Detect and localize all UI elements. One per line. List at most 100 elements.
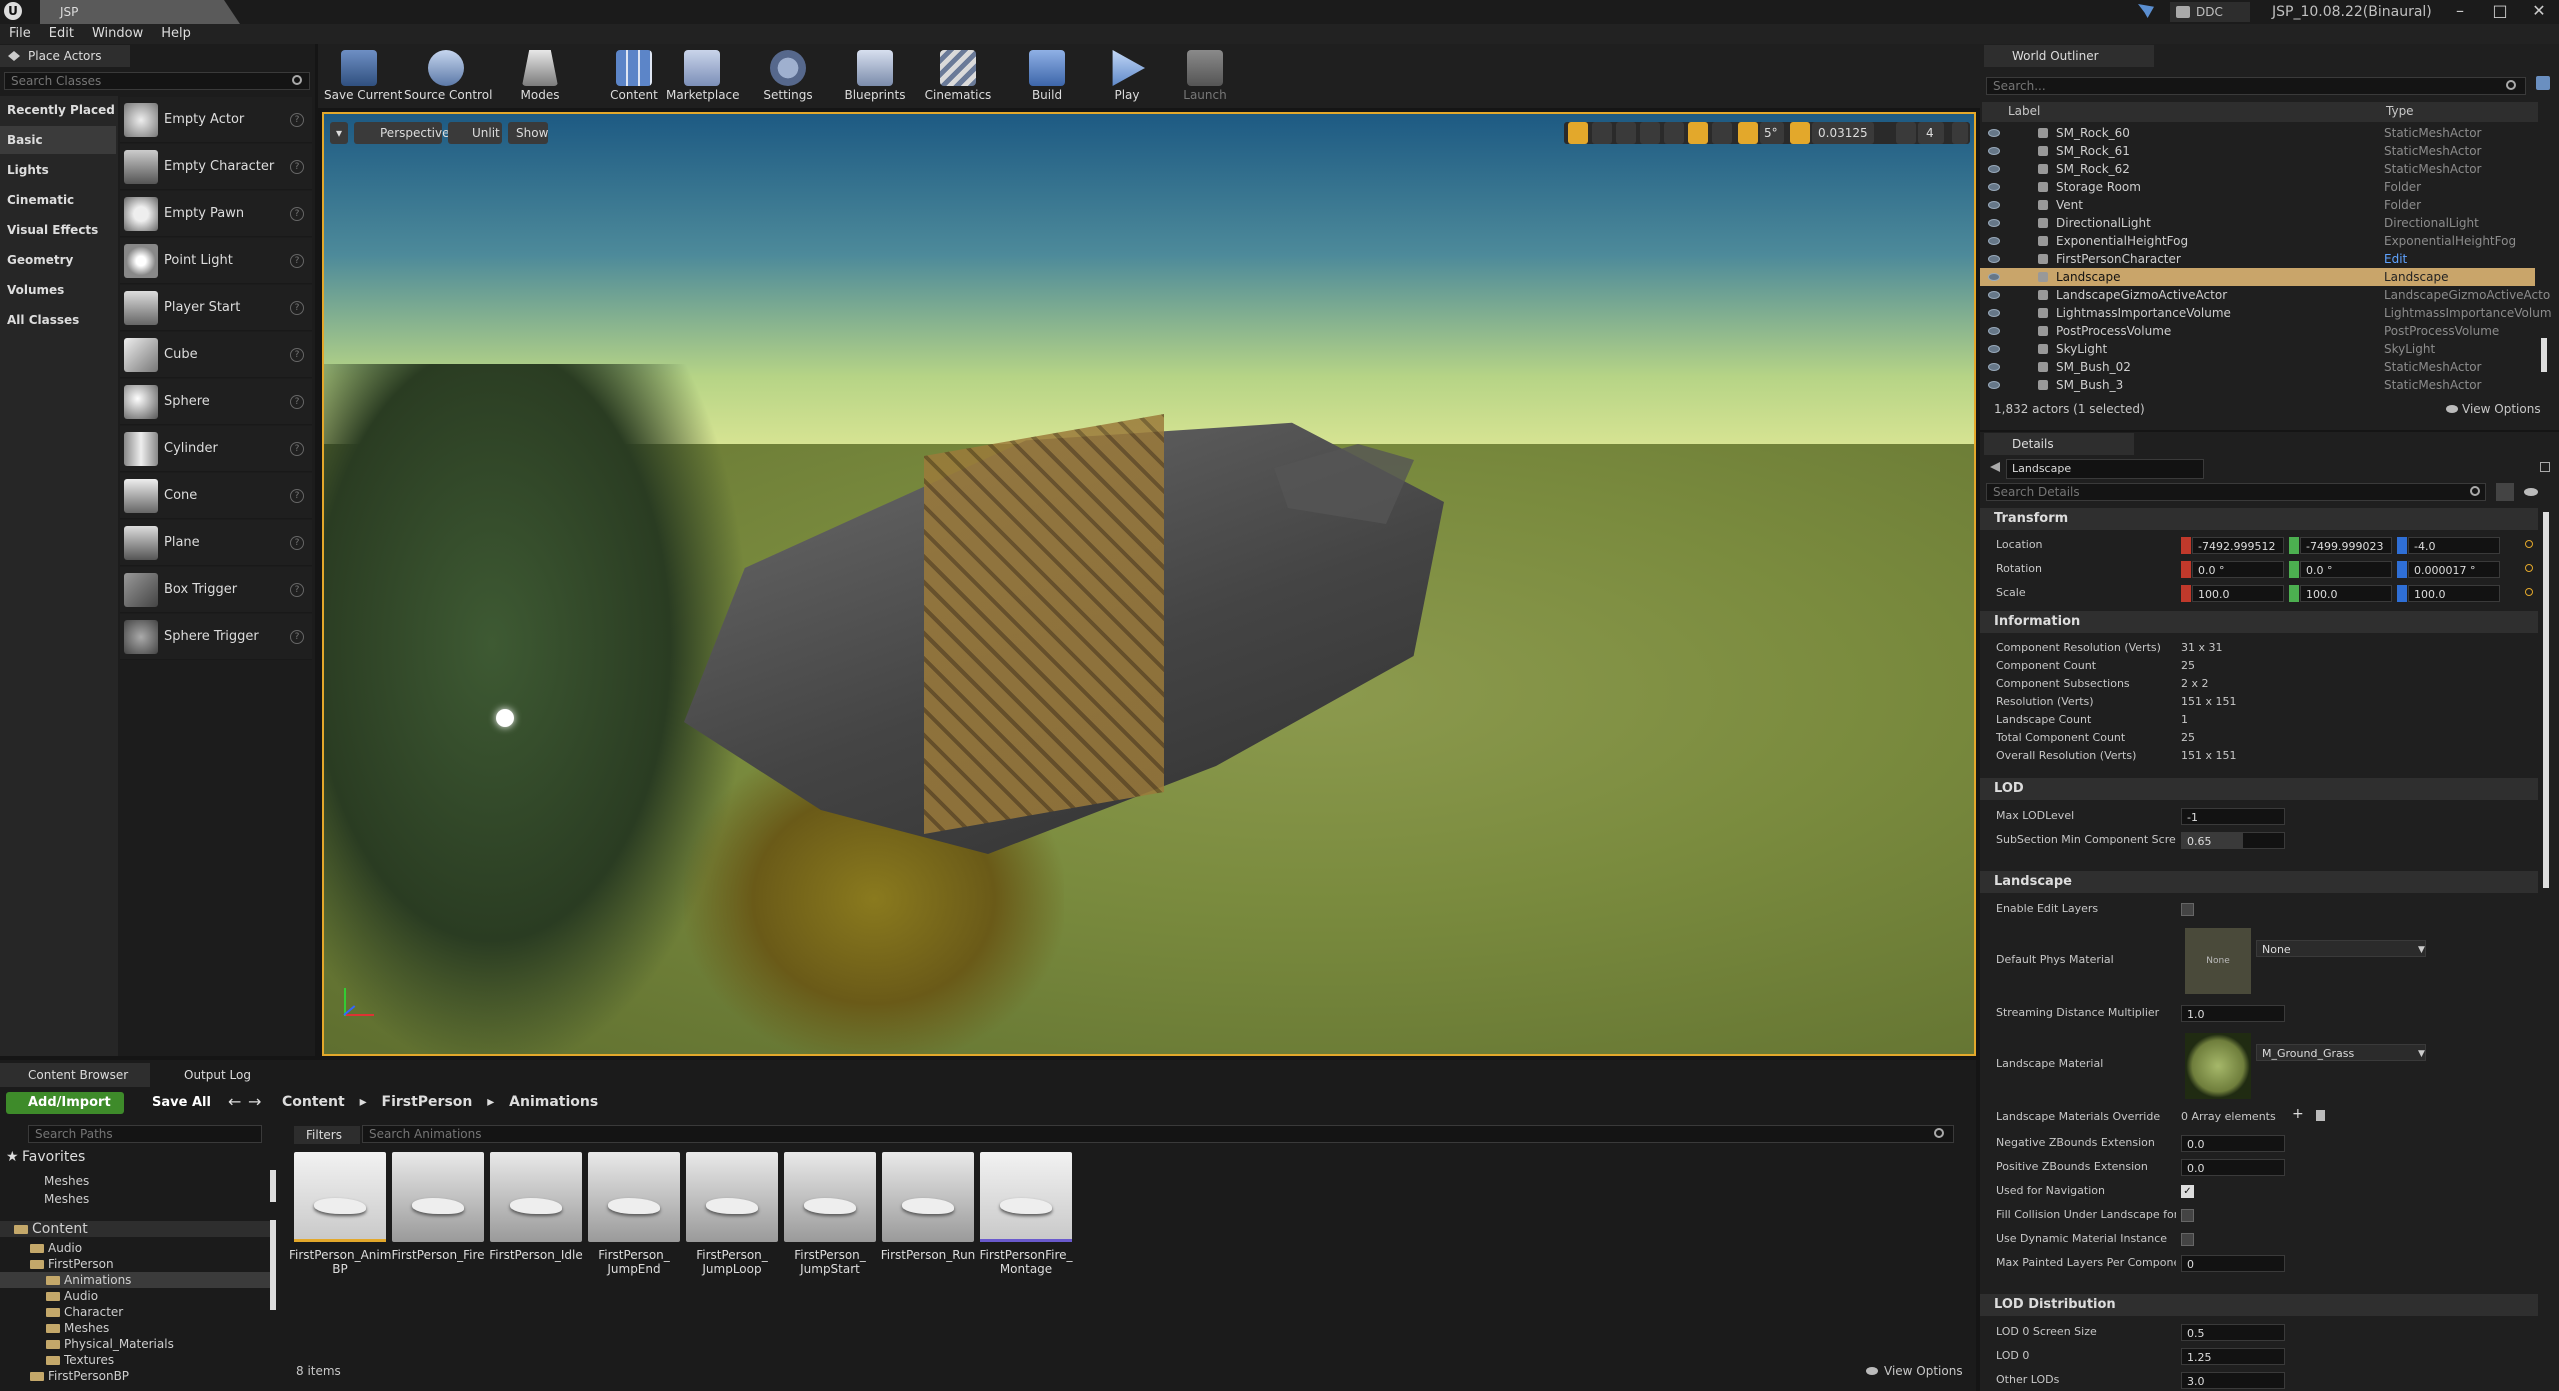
navigation-checkbox[interactable]: ✓ — [2181, 1185, 2194, 1198]
actor-item[interactable]: Sphere? — [120, 379, 312, 425]
minimize-icon[interactable]: – — [2440, 0, 2480, 24]
outliner-row[interactable]: FirstPersonCharacterEdit FirstPersonChar… — [1980, 250, 2535, 284]
help-icon[interactable]: ? — [290, 489, 304, 503]
help-icon[interactable]: ? — [290, 630, 304, 644]
marketplace-button[interactable]: Marketplace — [666, 44, 740, 108]
visibility-eye-icon[interactable] — [1988, 273, 2000, 281]
close-icon[interactable]: ✕ — [2519, 0, 2559, 24]
favorite-item[interactable]: Meshes — [22, 1173, 294, 1189]
material-thumbnail[interactable] — [2185, 1033, 2251, 1099]
folder-tree-item[interactable]: Character — [0, 1304, 272, 1320]
category-geometry[interactable]: Geometry — [0, 246, 116, 274]
streaming-field[interactable]: 1.0 — [2181, 1005, 2285, 1022]
asset-tile[interactable] — [392, 1152, 484, 1242]
outliner-row[interactable]: SkyLight SkyLight — [1980, 340, 2535, 358]
outliner-row[interactable]: Storage Room Folder — [1980, 178, 2535, 196]
menu-window[interactable]: Window — [83, 24, 152, 44]
launch-button[interactable]: Launch — [1178, 44, 1232, 108]
category-volumes[interactable]: Volumes — [0, 276, 116, 304]
help-icon[interactable]: ? — [290, 301, 304, 315]
folder-tree-item[interactable]: Content — [0, 1221, 272, 1237]
material-dropdown[interactable]: M_Ground_Grass — [2256, 1044, 2426, 1061]
translate-tool-icon[interactable] — [1568, 122, 1588, 144]
help-icon[interactable]: ? — [290, 348, 304, 362]
help-icon[interactable]: ? — [290, 395, 304, 409]
actor-item[interactable]: Plane? — [120, 520, 312, 566]
rotate-tool-icon[interactable] — [1592, 122, 1612, 144]
rotation-z-field[interactable]: 0.000017 ° — [2408, 561, 2500, 578]
grid-snap-icon[interactable] — [1688, 122, 1708, 144]
search-paths-input[interactable] — [28, 1125, 262, 1143]
visibility-eye-icon[interactable] — [1988, 327, 2000, 335]
outliner-row[interactable]: ExponentialHeightFog ExponentialHeightFog — [1980, 232, 2535, 250]
visibility-eye-icon[interactable] — [1988, 183, 2000, 191]
scale-snap-value[interactable]: 0.03125 — [1812, 122, 1874, 144]
column-type[interactable]: Type — [2386, 104, 2414, 118]
asset-tile[interactable] — [588, 1152, 680, 1242]
world-outliner-tab[interactable]: World Outliner — [1984, 45, 2154, 67]
rotation-x-field[interactable]: 0.0 ° — [2192, 561, 2284, 578]
cinematics-button[interactable]: Cinematics — [922, 44, 994, 108]
actor-item[interactable]: Empty Character? — [120, 144, 312, 190]
visibility-eye-icon[interactable] — [1988, 201, 2000, 209]
help-icon[interactable]: ? — [290, 254, 304, 268]
visibility-eye-icon[interactable] — [1988, 309, 2000, 317]
section-information[interactable]: Information — [1980, 611, 2538, 633]
category-lights[interactable]: Lights — [0, 156, 116, 184]
folder-tree-item[interactable]: Physical_Materials — [0, 1336, 272, 1352]
help-icon[interactable]: ? — [290, 113, 304, 127]
favorites-header[interactable]: Favorites — [22, 1149, 85, 1165]
max-layers-field[interactable]: 0 — [2181, 1255, 2285, 1272]
outliner-row[interactable]: PostProcessVolume PostProcessVolume — [1980, 322, 2535, 340]
section-transform[interactable]: Transform — [1980, 508, 2538, 530]
category-recently-placed[interactable]: Recently Placed — [0, 96, 116, 124]
modes-button[interactable]: Modes — [514, 44, 566, 108]
settings-button[interactable]: Settings — [758, 44, 818, 108]
actor-item[interactable]: Cube? — [120, 332, 312, 378]
add-element-icon[interactable]: + — [2292, 1106, 2304, 1122]
help-icon[interactable]: ? — [290, 442, 304, 456]
enable-edit-layers-checkbox[interactable] — [2181, 903, 2194, 916]
scale-snap-icon[interactable] — [1790, 122, 1810, 144]
visibility-eye-icon[interactable] — [1988, 219, 2000, 227]
visibility-eye-icon[interactable] — [1988, 147, 2000, 155]
folder-tree-item[interactable]: Animations — [0, 1272, 272, 1288]
forward-arrow-icon[interactable]: → — [248, 1092, 261, 1111]
world-space-icon[interactable] — [1640, 122, 1660, 144]
cb-view-options[interactable]: View Options — [1884, 1364, 1963, 1378]
location-z-field[interactable]: -4.0 — [2408, 537, 2500, 554]
folder-tree-item[interactable]: Audio — [0, 1288, 272, 1304]
section-lod[interactable]: LOD — [1980, 778, 2538, 800]
visibility-eye-icon[interactable] — [1988, 255, 2000, 263]
outliner-search-input[interactable] — [1986, 77, 2526, 95]
perspective-button[interactable]: Perspective — [354, 122, 450, 144]
filters-button[interactable]: Filters — [294, 1126, 360, 1144]
dynamic-material-checkbox[interactable] — [2181, 1233, 2194, 1246]
asset-tile[interactable] — [490, 1152, 582, 1242]
back-arrow-icon[interactable]: ← — [228, 1092, 241, 1111]
details-search-input[interactable] — [1986, 483, 2486, 501]
other-lods-field[interactable]: 3.0 — [2181, 1372, 2285, 1389]
help-icon[interactable]: ? — [290, 583, 304, 597]
visibility-eye-icon[interactable] — [1988, 363, 2000, 371]
max-lod-field[interactable]: -1 — [2181, 808, 2285, 825]
surface-snap-icon[interactable] — [1664, 122, 1684, 144]
actor-name-field[interactable]: Landscape — [2006, 459, 2204, 479]
scale-x-field[interactable]: 100.0 — [2192, 585, 2284, 602]
save-current-button[interactable]: Save Current — [324, 44, 402, 108]
reset-arrow-icon[interactable] — [2525, 588, 2533, 596]
scale-z-field[interactable]: 100.0 — [2408, 585, 2500, 602]
outliner-row[interactable]: SM_Rock_61 StaticMeshActor — [1980, 142, 2535, 160]
actor-item[interactable]: Box Trigger? — [120, 567, 312, 613]
maximize-viewport-icon[interactable] — [1952, 122, 1968, 144]
breadcrumb-firstperson[interactable]: FirstPerson — [382, 1094, 473, 1110]
outliner-row[interactable]: SM_Rock_62 StaticMeshActor — [1980, 160, 2535, 178]
outliner-row[interactable]: SM_Rock_60 StaticMeshActor — [1980, 124, 2535, 142]
search-classes-input[interactable] — [4, 72, 310, 90]
category-cinematic[interactable]: Cinematic — [0, 186, 116, 214]
show-button[interactable]: Show — [508, 122, 548, 144]
visibility-eye-icon[interactable] — [1988, 291, 2000, 299]
menu-edit[interactable]: Edit — [40, 24, 83, 44]
folder-tree-item[interactable]: Audio — [0, 1240, 272, 1256]
pos-z-field[interactable]: 0.0 — [2181, 1159, 2285, 1176]
